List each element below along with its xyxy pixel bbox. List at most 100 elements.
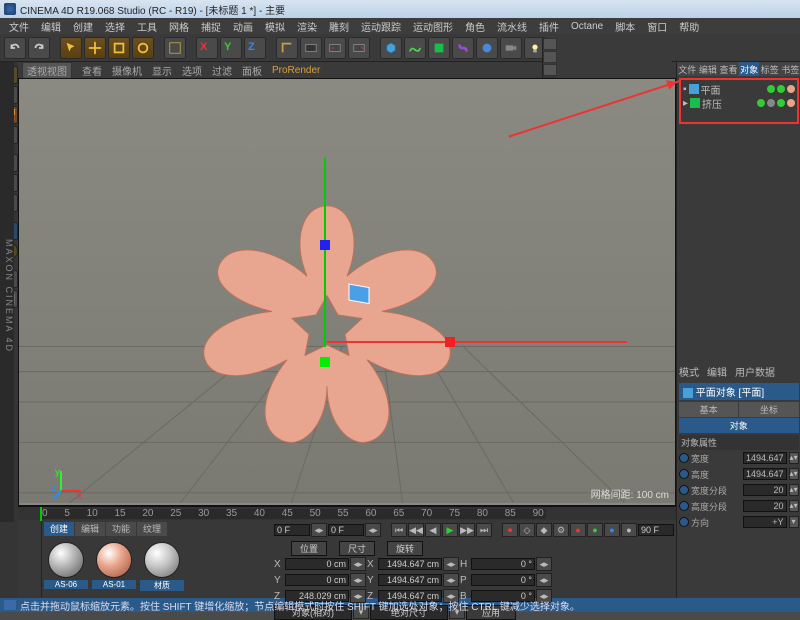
menu-mograph[interactable]: 运动图形 [408, 18, 458, 35]
menu-octane[interactable]: Octane [566, 20, 608, 33]
frame-end-field[interactable]: 90 F [638, 524, 674, 536]
attr-wseg-field[interactable]: 20 [743, 484, 787, 496]
menu-tools[interactable]: 工具 [132, 18, 162, 35]
attr-hseg-field[interactable]: 20 [743, 500, 787, 512]
attr-tab-object[interactable]: 对象 [679, 418, 799, 433]
size-y-field[interactable]: 1494.647 cm [378, 574, 442, 586]
om-tab-bookmark[interactable]: 书签 [780, 62, 800, 76]
gizmo-x-axis[interactable] [327, 341, 627, 343]
menu-render[interactable]: 渲染 [292, 18, 322, 35]
keyframe-dot[interactable] [679, 469, 689, 479]
play-back-button[interactable]: ◀ [425, 523, 441, 537]
key-scale-button[interactable]: ● [587, 523, 603, 537]
dropdown-icon[interactable]: ▾ [789, 516, 799, 528]
axis-z-button[interactable]: Z [244, 37, 266, 59]
menu-select[interactable]: 选择 [100, 18, 130, 35]
vp-nav-2[interactable] [543, 51, 557, 63]
goto-start-button[interactable]: ⏮ [391, 523, 407, 537]
tag-icon[interactable] [787, 99, 795, 107]
keyframe-dot[interactable] [679, 517, 689, 527]
spin-button[interactable]: ◂▸ [443, 573, 459, 587]
move-tool[interactable] [84, 37, 106, 59]
key-opts-button[interactable]: ⚙ [553, 523, 569, 537]
generator-button[interactable] [428, 37, 450, 59]
mat-tab-edit[interactable]: 编辑 [75, 522, 105, 536]
attr-menu-edit[interactable]: 编辑 [707, 364, 727, 379]
om-tab-file[interactable]: 文件 [677, 62, 698, 76]
mat-tab-tex[interactable]: 纹理 [137, 522, 167, 536]
vp-menu-camera[interactable]: 摄像机 [112, 63, 142, 78]
keyframe-dot[interactable] [679, 453, 689, 463]
keyframe-dot[interactable] [679, 501, 689, 511]
attr-tab-basic[interactable]: 基本 [679, 402, 738, 417]
vp-menu-prorender[interactable]: ProRender [272, 65, 320, 76]
material-item[interactable]: 材质 [140, 540, 184, 591]
material-item[interactable]: AS-06 [44, 540, 88, 591]
play-button[interactable]: ▶ [442, 523, 458, 537]
step-back-button[interactable]: ◀◀ [408, 523, 424, 537]
rotate-tool[interactable] [132, 37, 154, 59]
om-tab-edit[interactable]: 编辑 [698, 62, 719, 76]
environment-button[interactable] [476, 37, 498, 59]
mat-tab-create[interactable]: 创建 [44, 522, 74, 536]
viewport-label[interactable]: 透视视图 [22, 62, 72, 79]
spin-button[interactable]: ◂▸ [311, 523, 327, 537]
rot-h-field[interactable]: 0 ° [471, 558, 535, 570]
expand-icon[interactable]: ▪ [683, 84, 687, 95]
attr-orient-field[interactable]: +Y [743, 516, 787, 528]
object-manager[interactable]: ▪ 平面 ▸ 挤压 [679, 78, 799, 124]
object-row-extrude[interactable]: ▸ 挤压 [683, 96, 795, 110]
menu-file[interactable]: 文件 [4, 18, 34, 35]
scale-tool[interactable] [108, 37, 130, 59]
menu-char[interactable]: 角色 [460, 18, 490, 35]
spin-button[interactable]: ◂▸ [365, 523, 381, 537]
key-pos-button[interactable]: ● [570, 523, 586, 537]
coord-button[interactable] [276, 37, 298, 59]
spin-button[interactable]: ◂▸ [443, 557, 459, 571]
menu-anim[interactable]: 动画 [228, 18, 258, 35]
attr-tab-coord[interactable]: 坐标 [739, 402, 798, 417]
attr-menu-user[interactable]: 用户数据 [735, 364, 775, 379]
frame-cur-field[interactable]: 0 F [328, 524, 364, 536]
menu-window[interactable]: 窗口 [642, 18, 672, 35]
attr-width-field[interactable]: 1494.647 [743, 452, 787, 464]
render-settings-button[interactable] [348, 37, 370, 59]
axis-y-button[interactable]: Y [220, 37, 242, 59]
object-row-plane[interactable]: ▪ 平面 [683, 82, 795, 96]
rot-p-field[interactable]: 0 ° [471, 574, 535, 586]
vp-menu-options[interactable]: 选项 [182, 63, 202, 78]
vis-editor-dot[interactable] [757, 99, 765, 107]
vp-nav-3[interactable] [543, 64, 557, 76]
enable-dot[interactable] [777, 99, 785, 107]
menu-pipeline[interactable]: 流水线 [492, 18, 532, 35]
spin-button[interactable]: ▴▾ [789, 484, 799, 496]
autokey-button[interactable]: ◇ [519, 523, 535, 537]
vp-nav-1[interactable] [543, 38, 557, 50]
object-name[interactable]: 挤压 [702, 96, 722, 111]
menu-help[interactable]: 帮助 [674, 18, 704, 35]
vp-menu-filter[interactable]: 过滤 [212, 63, 232, 78]
mat-tab-func[interactable]: 功能 [106, 522, 136, 536]
pos-x-field[interactable]: 0 cm [285, 558, 349, 570]
spin-button[interactable]: ◂▸ [350, 557, 366, 571]
vis-editor-dot[interactable] [767, 85, 775, 93]
menu-mesh[interactable]: 网格 [164, 18, 194, 35]
spin-button[interactable]: ▴▾ [789, 468, 799, 480]
redo-button[interactable] [28, 37, 50, 59]
vp-menu-view[interactable]: 查看 [82, 63, 102, 78]
key-param-button[interactable]: ● [621, 523, 637, 537]
attr-height-field[interactable]: 1494.647 [743, 468, 787, 480]
record-button[interactable]: ⏺ [502, 523, 518, 537]
menu-script[interactable]: 脚本 [610, 18, 640, 35]
om-tab-view[interactable]: 查看 [718, 62, 739, 76]
om-tab-object[interactable]: 对象 [739, 62, 760, 76]
material-item[interactable]: AS-01 [92, 540, 136, 591]
undo-button[interactable] [4, 37, 26, 59]
viewport-perspective[interactable]: y x z 网格间距: 100 cm [18, 78, 676, 506]
object-name[interactable]: 平面 [701, 82, 721, 97]
menu-sculpt[interactable]: 雕刻 [324, 18, 354, 35]
spin-button[interactable]: ◂▸ [536, 573, 552, 587]
menu-edit[interactable]: 编辑 [36, 18, 66, 35]
key-rot-button[interactable]: ● [604, 523, 620, 537]
step-fwd-button[interactable]: ▶▶ [459, 523, 475, 537]
